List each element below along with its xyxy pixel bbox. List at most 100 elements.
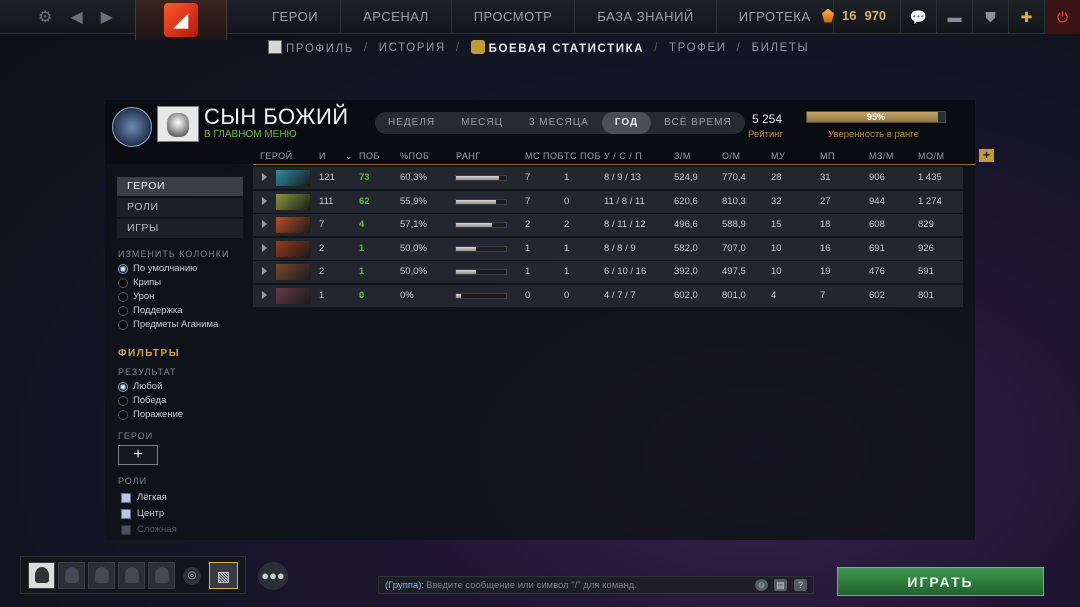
table-row[interactable]: 121 73 60,3% 7 1 8 / 9 / 13 524,9 770,4 28 31 906 1… (253, 167, 963, 189)
hero-portrait[interactable] (275, 216, 311, 235)
party-slot-empty[interactable] (118, 562, 145, 589)
column-option-support[interactable]: Поддержка (118, 305, 183, 316)
period-month[interactable]: МЕСЯЦ (448, 112, 516, 134)
rank-bar (455, 198, 507, 205)
forward-arrow-icon[interactable]: ▶ (101, 7, 113, 27)
col-wins[interactable]: ПОБ (359, 151, 380, 161)
col-max-gpm[interactable]: МЗ/М (869, 151, 894, 161)
period-year[interactable]: ГОД (601, 112, 652, 134)
cell-games: 111 (319, 195, 334, 207)
add-column-button[interactable]: + (979, 149, 994, 162)
chat-settings-icon[interactable]: ▤ (774, 579, 787, 591)
nav-watch[interactable]: ПРОСМОТР (452, 0, 576, 34)
table-row[interactable]: 2 1 50,0% 1 1 6 / 10 / 16 392,0 497,5 10 19 476 591 (253, 261, 963, 284)
play-button[interactable]: ИГРАТЬ (837, 567, 1044, 596)
expand-row-icon[interactable] (262, 196, 267, 205)
cell-kda: 8 / 11 / 12 (604, 219, 646, 231)
col-winrate[interactable]: %ПОБ (400, 151, 429, 161)
subnav-history[interactable]: ИСТОРИЯ (379, 42, 446, 54)
col-max-kills[interactable]: МУ (771, 151, 785, 161)
sidebar-tab-games[interactable]: ИГРЫ (117, 219, 243, 238)
expand-row-icon[interactable] (262, 291, 267, 299)
subnav-tickets[interactable]: БИЛЕТЫ (751, 42, 809, 54)
rank-medal-icon[interactable] (112, 107, 152, 147)
sort-chevron-down-icon[interactable]: ⌄ (345, 151, 353, 162)
column-option-aghanim[interactable]: Предметы Аганима (118, 319, 218, 330)
emoji-icon[interactable]: ☺ (755, 579, 768, 591)
subnav-profile[interactable]: ПРОФИЛЬ (268, 40, 354, 55)
table-row[interactable]: 1 0 0% 0 0 4 / 7 / 7 602,0 801,0 4 7 602 801 (253, 285, 963, 307)
rank-bar (455, 293, 507, 299)
column-option-creeps[interactable]: Крипы (118, 277, 161, 288)
hero-portrait[interactable] (275, 263, 311, 282)
nav-knowledge-base[interactable]: БАЗА ЗНАНИЙ (575, 0, 717, 34)
add-hero-filter-button[interactable]: + (118, 445, 158, 465)
col-ms-wins[interactable]: МС ПОБ (525, 151, 564, 161)
period-week[interactable]: НЕДЕЛЯ (375, 112, 448, 134)
role-safe-lane[interactable]: Лёгкая (121, 492, 167, 503)
col-max-xpm[interactable]: МО/М (918, 151, 945, 161)
party-slot-empty[interactable] (58, 562, 85, 589)
cell-max-deaths: 31 (820, 172, 831, 183)
col-ts-wins[interactable]: ТС ПОБ (564, 151, 601, 161)
col-gpm[interactable]: З/М (674, 151, 691, 161)
col-kda[interactable]: У / С / П (604, 151, 642, 161)
result-option-any[interactable]: Любой (118, 381, 162, 392)
party-slot-empty[interactable] (148, 562, 175, 589)
expand-row-icon[interactable] (262, 173, 267, 181)
dota-plus-icon[interactable]: ✚ (1008, 0, 1044, 34)
hero-portrait[interactable] (275, 239, 311, 258)
expand-row-icon[interactable] (262, 267, 267, 276)
nav-arcade[interactable]: ИГРОТЕКА (717, 0, 834, 34)
power-icon[interactable]: ⏻ (1044, 0, 1080, 34)
subnav-battle-stats[interactable]: БОЕВАЯ СТАТИСТИКА (470, 40, 645, 55)
sidebar-tab-heroes[interactable]: ГЕРОИ (117, 177, 243, 196)
dota-logo[interactable]: ◢ (135, 0, 227, 40)
cell-kda: 11 / 8 / 11 (604, 195, 645, 207)
rank-bar (455, 175, 507, 181)
sidebar-tab-roles[interactable]: РОЛИ (117, 198, 243, 217)
expand-row-icon[interactable] (262, 220, 267, 229)
result-option-win[interactable]: Победа (118, 395, 166, 406)
period-3-months[interactable]: 3 МЕСЯЦА (516, 112, 602, 134)
inventory-icon[interactable]: ▬ (936, 0, 972, 34)
cell-winrate: 55,9% (400, 195, 427, 207)
col-max-deaths[interactable]: МП (820, 151, 835, 161)
friends-icon[interactable]: ●●● (258, 562, 288, 590)
table-row[interactable]: 2 1 50,0% 1 1 8 / 8 / 9 582,0 707,0 10 16 691 926 (253, 237, 963, 260)
battle-pass-icon[interactable]: ⛊ (972, 0, 1008, 34)
hero-portrait[interactable] (275, 169, 311, 187)
expand-row-icon[interactable] (262, 243, 267, 252)
role-mid-lane[interactable]: Центр (121, 508, 164, 519)
nav-arsenal[interactable]: АРСЕНАЛ (341, 0, 452, 34)
currency-display[interactable]: 16 970 (822, 8, 886, 23)
table-row[interactable]: 111 62 55,9% 7 0 11 / 8 / 11 620,6 810,3 32 27 944… (253, 190, 963, 213)
cell-wins: 4 (359, 219, 365, 231)
chat-bubble-icon[interactable]: 💬 (900, 0, 936, 34)
chat-input[interactable]: (Группа): Введите сообщение или символ "… (378, 576, 814, 594)
party-slot-empty[interactable] (88, 562, 115, 589)
voice-chat-icon[interactable]: ◎ (183, 567, 201, 585)
column-option-damage[interactable]: Урон (118, 291, 154, 302)
result-option-loss[interactable]: Поражение (118, 409, 183, 420)
cell-max-xpm: 1 274 (918, 195, 942, 207)
col-rank[interactable]: РАНГ (456, 151, 481, 161)
settings-gear-icon[interactable]: ⚙ (38, 7, 52, 27)
back-arrow-icon[interactable]: ◀ (70, 7, 82, 27)
ranked-mode-button[interactable]: ▧ (209, 562, 238, 589)
col-xpm[interactable]: О/М (722, 151, 741, 161)
help-icon[interactable]: ? (794, 579, 807, 591)
col-games[interactable]: И (319, 151, 326, 161)
subnav-trophies[interactable]: ТРОФЕИ (669, 42, 727, 54)
col-hero[interactable]: ГЕРОЙ (260, 151, 293, 161)
column-option-default[interactable]: По умолчанию (118, 263, 197, 274)
avatar[interactable] (157, 106, 199, 142)
role-off-lane[interactable]: Сложная (121, 524, 177, 535)
period-all-time[interactable]: ВСЁ ВРЕМЯ (651, 112, 745, 134)
table-row[interactable]: 7 4 57,1% 2 2 8 / 11 / 12 496,6 588,9 15 18 608 829 (253, 214, 963, 237)
cell-max-kills: 4 (771, 290, 777, 301)
party-slot-self[interactable] (28, 562, 55, 589)
nav-heroes[interactable]: ГЕРОИ (250, 0, 342, 34)
hero-portrait[interactable] (275, 192, 311, 211)
hero-portrait[interactable] (275, 287, 311, 305)
